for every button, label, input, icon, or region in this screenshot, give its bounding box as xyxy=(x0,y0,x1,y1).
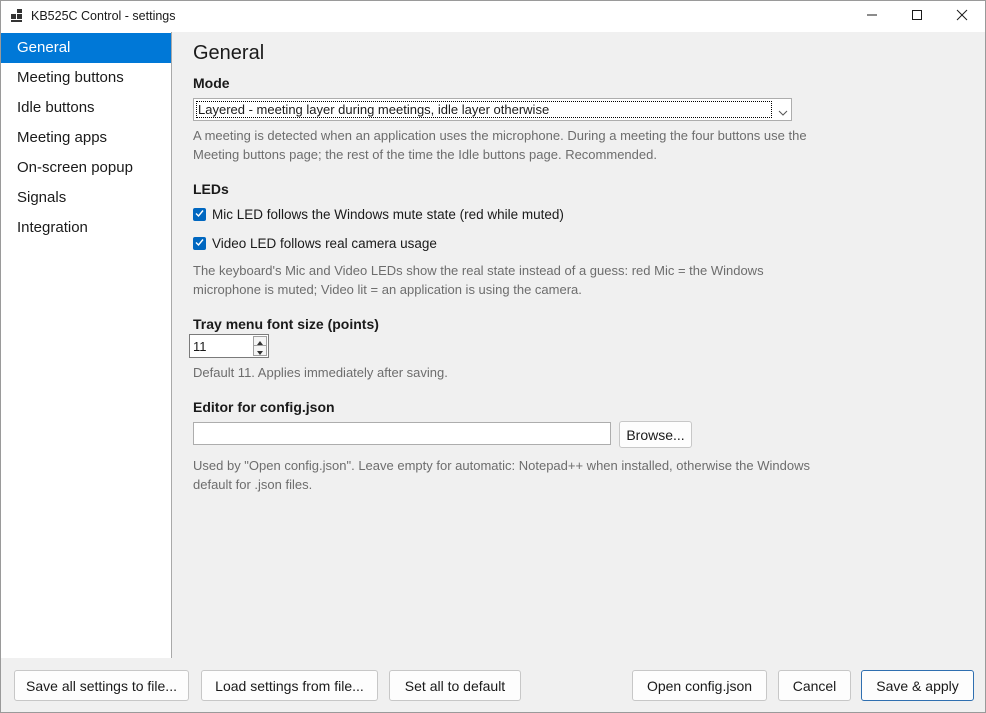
font-size-value: 11 xyxy=(193,339,207,354)
sidebar-item-on-screen-popup[interactable]: On-screen popup xyxy=(1,153,171,183)
stepper-buttons xyxy=(253,336,267,356)
sidebar-item-meeting-buttons[interactable]: Meeting buttons xyxy=(1,63,171,93)
sidebar-item-signals[interactable]: Signals xyxy=(1,183,171,213)
mode-select[interactable]: Layered - meeting layer during meetings,… xyxy=(193,98,792,121)
video-led-checkbox-label: Video LED follows real camera usage xyxy=(212,235,437,251)
bottom-button-bar: Save all settings to file... Load settin… xyxy=(1,658,985,712)
save-all-settings-button[interactable]: Save all settings to file... xyxy=(14,670,189,701)
video-led-checkbox-row[interactable]: Video LED follows real camera usage xyxy=(193,234,437,252)
mic-led-checkbox[interactable] xyxy=(193,205,206,223)
editor-help-text: Used by "Open config.json". Leave empty … xyxy=(193,458,810,492)
mic-led-checkbox-label: Mic LED follows the Windows mute state (… xyxy=(212,206,564,222)
chevron-down-icon xyxy=(778,105,788,116)
checkmark-icon xyxy=(195,234,204,252)
font-size-label: Tray menu font size (points) xyxy=(193,316,379,332)
sidebar-item-idle-buttons[interactable]: Idle buttons xyxy=(1,93,171,123)
sidebar-nav: General Meeting buttons Idle buttons Mee… xyxy=(1,32,172,658)
page-title: General xyxy=(193,42,265,64)
title-bar[interactable]: KB525C Control - settings xyxy=(1,1,985,32)
close-icon xyxy=(956,8,968,26)
open-config-button[interactable]: Open config.json xyxy=(632,670,767,701)
maximize-icon xyxy=(911,8,923,26)
sidebar-item-general[interactable]: General xyxy=(1,33,171,63)
mode-label: Mode xyxy=(193,75,230,91)
font-size-help-text: Default 11. Applies immediately after sa… xyxy=(193,365,448,380)
font-size-stepper[interactable]: 11 xyxy=(189,334,269,358)
editor-path-input[interactable] xyxy=(193,422,611,445)
browse-button[interactable]: Browse... xyxy=(619,421,692,448)
minimize-button[interactable] xyxy=(849,1,895,32)
maximize-button[interactable] xyxy=(894,1,940,32)
video-led-checkbox[interactable] xyxy=(193,234,206,252)
sidebar-item-integration[interactable]: Integration xyxy=(1,213,171,243)
content-panel: General Mode Layered - meeting layer dur… xyxy=(173,32,985,658)
close-button[interactable] xyxy=(939,1,985,32)
mode-help-text: A meeting is detected when an applicatio… xyxy=(193,128,807,162)
leds-label: LEDs xyxy=(193,181,229,197)
minimize-icon xyxy=(866,8,878,26)
app-grid-icon xyxy=(11,9,25,23)
window-title: KB525C Control - settings xyxy=(31,9,176,23)
leds-help-text: The keyboard's Mic and Video LEDs show t… xyxy=(193,263,764,297)
checkmark-icon xyxy=(195,205,204,223)
stepper-down-button[interactable] xyxy=(253,346,267,356)
sidebar-item-meeting-apps[interactable]: Meeting apps xyxy=(1,123,171,153)
set-all-default-button[interactable]: Set all to default xyxy=(389,670,521,701)
mic-led-checkbox-row[interactable]: Mic LED follows the Windows mute state (… xyxy=(193,205,564,223)
caret-down-icon xyxy=(257,342,263,360)
editor-label: Editor for config.json xyxy=(193,399,335,415)
load-settings-button[interactable]: Load settings from file... xyxy=(201,670,378,701)
cancel-button[interactable]: Cancel xyxy=(778,670,851,701)
mode-selected-value: Layered - meeting layer during meetings,… xyxy=(196,101,772,118)
settings-window: KB525C Control - settings General Meetin… xyxy=(0,0,986,713)
save-apply-button[interactable]: Save & apply xyxy=(861,670,974,701)
